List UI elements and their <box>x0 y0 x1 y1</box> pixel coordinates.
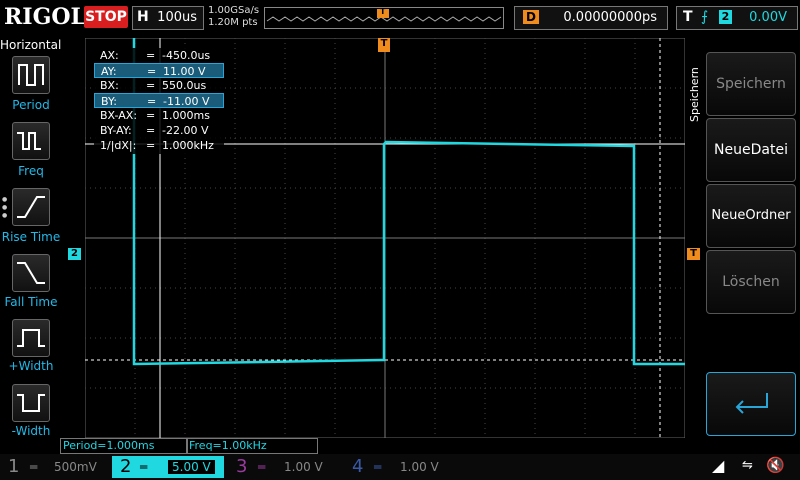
period-label: Period <box>12 98 50 112</box>
delay-value: 0.00000000ps <box>563 10 657 25</box>
freq-button[interactable] <box>12 122 50 160</box>
memory-overview: T <box>264 7 504 29</box>
negative-width-icon <box>17 394 45 412</box>
acquisition-info: 1.00GSa/s 1.20M pts <box>208 5 259 29</box>
trigger-label: T <box>683 9 693 25</box>
channel-2-number: 2 <box>120 456 132 477</box>
horizontal-label: H <box>137 9 149 25</box>
period-icon <box>18 64 44 86</box>
usb-icon: ⇋ <box>742 458 753 473</box>
positive-width-label: +Width <box>8 359 54 373</box>
cursor-row-ax: AX: = -450.0us <box>100 49 211 62</box>
channel-1-scale: 500mV <box>54 460 97 474</box>
delete-button[interactable]: Löschen <box>706 250 796 314</box>
fall-time-label: Fall Time <box>4 295 58 309</box>
menu-triangle-icon[interactable]: ◢ <box>712 456 724 475</box>
channel-2-scale: 5.00 V <box>168 460 215 474</box>
sample-rate: 1.00GSa/s <box>208 5 260 16</box>
rise-time-label: Rise Time <box>1 230 61 244</box>
cursor-readout: AX: = -450.0us AY: = 11.00 V BX: = 550.0us BY:… <box>94 48 224 154</box>
channel-3-number: 3 <box>236 456 248 477</box>
back-button[interactable] <box>706 372 796 436</box>
menu-title-horizontal: Horizontal <box>0 38 62 52</box>
channel-4-tab[interactable]: 4 ═ 1.00 V <box>344 456 456 478</box>
trigger-position-marker[interactable]: T <box>378 38 390 52</box>
positive-width-icon <box>17 329 45 347</box>
rise-time-button[interactable] <box>12 188 50 226</box>
channel-3-scale: 1.00 V <box>284 460 323 474</box>
save-button[interactable]: Speichern <box>706 52 796 116</box>
channel-1-number: 1 <box>8 456 20 477</box>
channel-4-scale: 1.00 V <box>400 460 439 474</box>
run-stop-status[interactable]: STOP <box>84 6 128 28</box>
delay-label: D <box>523 10 539 24</box>
coupling-icon: ═ <box>140 460 148 474</box>
negative-width-label: -Width <box>11 424 51 438</box>
memory-trigger-marker: T <box>380 7 386 16</box>
channel-2-tab[interactable]: 2 ═ 5.00 V <box>112 456 224 478</box>
coupling-icon: ═ <box>30 460 38 474</box>
cursor-row-inverse-dx: 1/|dX|: = 1.000kHz <box>100 139 214 152</box>
negative-width-button[interactable] <box>12 384 50 422</box>
new-folder-button[interactable]: NeueOrdner <box>706 184 796 248</box>
rigol-logo: RIGOL <box>4 4 86 30</box>
period-measurement[interactable]: Period=1.000ms <box>60 438 188 454</box>
period-button[interactable] <box>12 56 50 94</box>
return-arrow-icon <box>735 393 768 414</box>
trigger-level-marker[interactable]: T <box>687 248 700 260</box>
freq-measurement[interactable]: Freq=1.00kHz <box>186 438 318 454</box>
cursor-row-bx-ax: BX-AX: = 1.000ms <box>100 109 210 122</box>
channel-1-tab[interactable]: 1 ═ 500mV <box>2 456 112 478</box>
positive-width-button[interactable] <box>12 319 50 357</box>
cursor-row-by[interactable]: BY: = -11.00 V <box>94 93 224 108</box>
new-file-button[interactable]: NeueDatei <box>706 118 796 182</box>
memory-depth: 1.20M pts <box>208 17 258 28</box>
channel-3-tab[interactable]: 3 ═ 1.00 V <box>228 456 340 478</box>
channel-4-number: 4 <box>352 456 364 477</box>
channel-2-ground-marker[interactable]: 2 <box>68 248 81 260</box>
freq-icon <box>17 132 41 150</box>
trigger-box[interactable]: T ⨍ 2 0.00V <box>676 6 798 30</box>
horizontal-timebase[interactable]: H 100us <box>132 6 204 30</box>
timebase-value: 100us <box>157 10 197 25</box>
page-dots-icon: ● ● ● <box>2 196 8 219</box>
trigger-source: 2 <box>719 10 732 24</box>
fall-time-icon <box>17 262 45 284</box>
coupling-icon: ═ <box>374 460 382 474</box>
cursor-row-bx: BX: = 550.0us <box>100 79 207 92</box>
rising-edge-icon: ⨍ <box>701 9 709 25</box>
speaker-muted-icon[interactable]: 🔇 <box>766 456 785 474</box>
rise-time-icon <box>17 196 45 218</box>
freq-label: Freq <box>18 164 44 178</box>
fall-time-button[interactable] <box>12 254 50 292</box>
trigger-level: 0.00V <box>749 10 787 25</box>
menu-title-save: Speichern <box>688 67 701 122</box>
cursor-row-by-ay: BY-AY: = -22.00 V <box>100 124 209 137</box>
delay-box[interactable]: D 0.00000000ps <box>514 6 668 30</box>
cursor-row-ay[interactable]: AY: = 11.00 V <box>94 63 224 78</box>
coupling-icon: ═ <box>258 460 266 474</box>
